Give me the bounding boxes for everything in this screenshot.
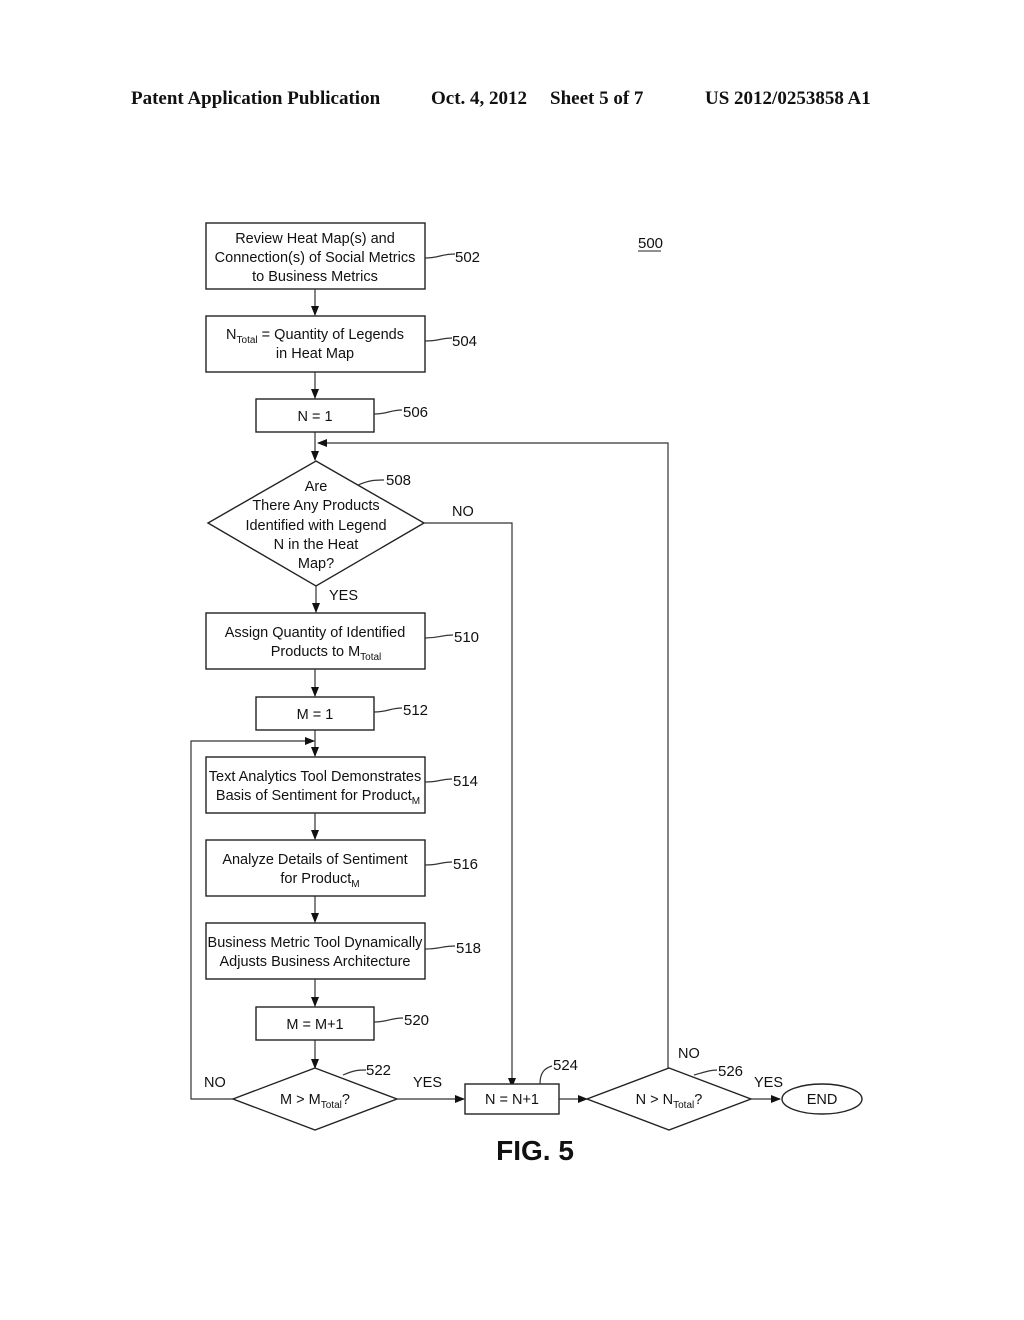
svg-text:516: 516 — [453, 856, 478, 873]
edge-label-526-no: NO — [678, 1046, 700, 1062]
step-520-increment-m: M = M+1 520 — [255, 1006, 429, 1041]
svg-text:Connection(s) of Social Metric: Connection(s) of Social Metrics — [215, 250, 416, 266]
svg-text:500: 500 — [638, 235, 663, 252]
decision-522-m-greater-than-total: M > MTotal? 522 — [231, 1062, 399, 1131]
svg-text:522: 522 — [366, 1062, 391, 1079]
svg-text:Are: Are — [305, 479, 328, 495]
svg-text:506: 506 — [403, 404, 428, 421]
svg-text:Adjusts Business Architecture: Adjusts Business Architecture — [219, 954, 410, 970]
svg-text:518: 518 — [456, 940, 481, 957]
svg-text:M = M+1: M = M+1 — [286, 1017, 343, 1033]
svg-text:M = 1: M = 1 — [297, 707, 334, 723]
svg-text:Review Heat Map(s) and: Review Heat Map(s) and — [235, 231, 395, 247]
step-514-text-analytics: Text Analytics Tool Demonstrates Basis o… — [205, 756, 478, 814]
svg-text:Map?: Map? — [298, 556, 334, 572]
decision-526-n-greater-than-total: N > NTotal? 526 — [585, 1063, 753, 1131]
edge-label-522-yes: YES — [413, 1075, 442, 1091]
svg-text:510: 510 — [454, 629, 479, 646]
svg-text:524: 524 — [553, 1057, 578, 1074]
step-502-review-heat-map: Review Heat Map(s) and Connection(s) of … — [205, 222, 480, 290]
svg-text:N in the Heat: N in the Heat — [274, 537, 359, 553]
edge-label-508-no: NO — [452, 504, 474, 520]
edge-label-508-yes: YES — [329, 588, 358, 604]
edge-label-522-no: NO — [204, 1075, 226, 1091]
svg-text:504: 504 — [452, 333, 477, 350]
svg-text:in Heat Map: in Heat Map — [276, 346, 354, 362]
figure-ref: 500 — [638, 235, 663, 252]
decision-508-products-identified: Are There Any Products Identified with L… — [206, 460, 426, 587]
svg-text:Business Metric Tool Dynamical: Business Metric Tool Dynamically — [208, 935, 424, 951]
svg-text:Identified with Legend: Identified with Legend — [245, 518, 386, 534]
svg-text:502: 502 — [455, 249, 480, 266]
flowchart: 500 Review Heat Map(s) and Connection(s)… — [190, 222, 863, 1166]
svg-text:to Business Metrics: to Business Metrics — [252, 269, 378, 285]
step-506-n-equals-1: N = 1 506 — [255, 398, 428, 433]
step-524-increment-n: N = N+1 524 — [464, 1057, 578, 1115]
figure-caption: FIG. 5 — [496, 1135, 574, 1166]
svg-text:Assign Quantity of Identified: Assign Quantity of Identified — [225, 625, 406, 641]
step-512-m-equals-1: M = 1 512 — [255, 696, 428, 731]
svg-text:526: 526 — [718, 1063, 743, 1080]
step-516-analyze-sentiment: Analyze Details of Sentiment for Product… — [205, 839, 478, 897]
svg-text:END: END — [807, 1092, 838, 1108]
svg-text:Text Analytics Tool Demonstrat: Text Analytics Tool Demonstrates — [209, 769, 422, 785]
step-518-adjust-architecture: Business Metric Tool Dynamically Adjusts… — [205, 922, 481, 980]
svg-text:508: 508 — [386, 472, 411, 489]
svg-text:N = N+1: N = N+1 — [485, 1092, 539, 1108]
svg-text:512: 512 — [403, 702, 428, 719]
svg-text:Analyze Details of Sentiment: Analyze Details of Sentiment — [222, 852, 407, 868]
step-510-assign-m-total: Assign Quantity of Identified Products t… — [205, 612, 479, 670]
edge-label-526-yes: YES — [754, 1075, 783, 1091]
terminal-end: END — [781, 1083, 863, 1115]
edge-508-no — [424, 522, 516, 1088]
svg-text:520: 520 — [404, 1012, 429, 1029]
svg-text:N = 1: N = 1 — [297, 409, 332, 425]
svg-text:514: 514 — [453, 773, 478, 790]
step-504-n-total: NTotal = Quantity of Legends in Heat Map… — [205, 315, 477, 373]
svg-text:There Any Products: There Any Products — [252, 498, 379, 514]
